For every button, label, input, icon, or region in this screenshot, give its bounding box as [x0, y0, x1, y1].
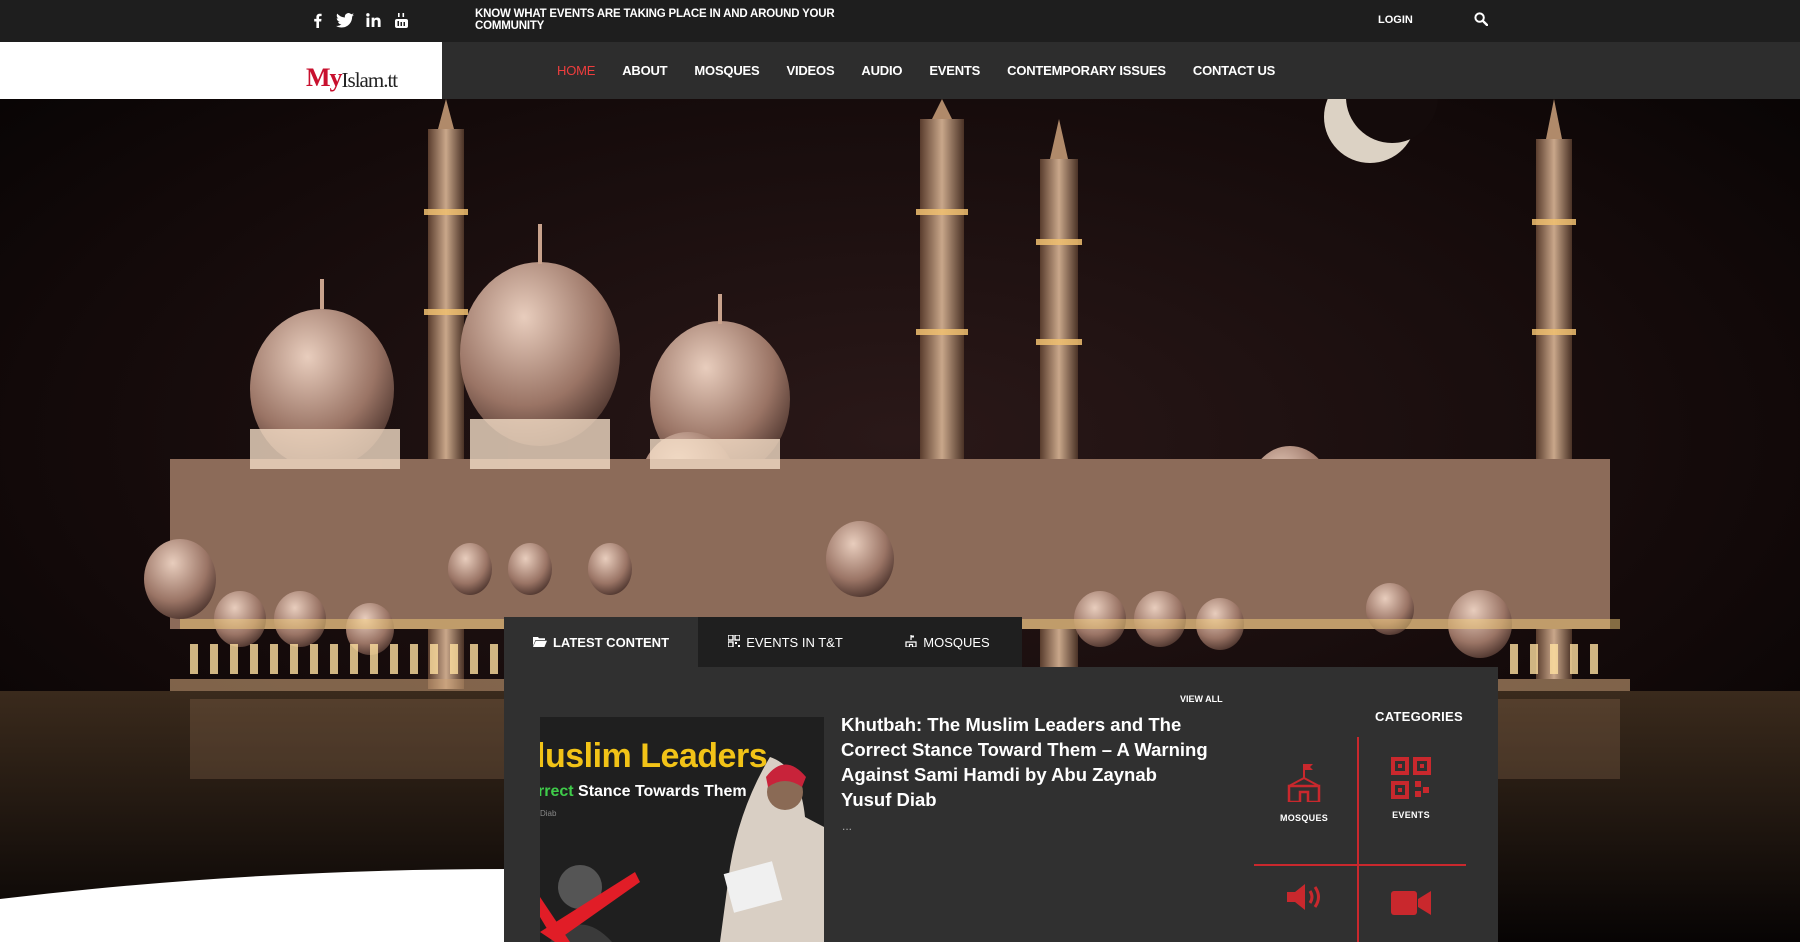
folder-open-icon — [532, 635, 547, 650]
tab-label: LATEST CONTENT — [552, 634, 670, 650]
tab-events-in-tt[interactable]: EVENTS IN T&T — [698, 617, 873, 667]
categories-divider-horizontal — [1254, 864, 1466, 866]
category-audio[interactable] — [1254, 882, 1354, 917]
mosque-icon — [905, 634, 917, 650]
categories-title: CATEGORIES — [1375, 709, 1463, 724]
article-title[interactable]: Khutbah: The Muslim Leaders and The Corr… — [841, 712, 1211, 812]
tab-latest-content[interactable]: LATEST CONTENT — [504, 617, 698, 667]
nav-audio[interactable]: AUDIO — [861, 63, 902, 78]
tagline: KNOW WHAT EVENTS ARE TAKING PLACE IN AND… — [475, 8, 835, 32]
nav-contact-us[interactable]: CONTACT US — [1193, 63, 1275, 78]
nav-home[interactable]: HOME — [557, 63, 595, 78]
categories-divider-vertical — [1357, 737, 1359, 942]
logo-mark: My — [306, 63, 343, 92]
nav-videos[interactable]: VIDEOS — [786, 63, 834, 78]
main-navbar: HOME ABOUT MOSQUES VIDEOS AUDIO EVENTS C… — [442, 42, 1800, 99]
logo-text: Islam.tt — [341, 68, 399, 92]
category-label: MOSQUES — [1279, 813, 1329, 823]
social-links — [308, 10, 410, 30]
thumbnail-subheadline-white: Stance Towards Them — [573, 783, 747, 800]
tab-label: MOSQUES — [923, 634, 990, 650]
content-tabs: LATEST CONTENT EVENTS IN T&T MOSQUES — [504, 617, 1022, 667]
qr-code-icon — [1391, 757, 1431, 803]
category-events[interactable]: EVENTS — [1361, 757, 1461, 820]
nav-events[interactable]: EVENTS — [929, 63, 980, 78]
top-bar: KNOW WHAT EVENTS ARE TAKING PLACE IN AND… — [0, 0, 1800, 42]
tab-mosques[interactable]: MOSQUES — [873, 617, 1022, 667]
thumbnail-subheadline: rrect Stance Towards Them — [540, 783, 747, 801]
tab-label: EVENTS IN T&T — [746, 634, 843, 650]
search-icon[interactable] — [1474, 12, 1490, 28]
article-excerpt: ... — [842, 819, 853, 833]
login-link[interactable]: LOGIN — [1378, 14, 1413, 26]
facebook-icon[interactable] — [308, 10, 326, 30]
mosque-flag-icon — [1286, 764, 1322, 806]
category-videos[interactable] — [1361, 889, 1461, 922]
qr-code-icon — [727, 633, 741, 650]
nav-about[interactable]: ABOUT — [622, 63, 667, 78]
thumbnail-author: Diab — [540, 809, 557, 818]
linkedin-icon[interactable] — [364, 10, 382, 30]
logo-area: My Islam.tt — [0, 42, 442, 99]
category-label: EVENTS — [1392, 810, 1430, 820]
video-camera-icon — [1391, 891, 1431, 921]
site-logo[interactable]: My Islam.tt — [306, 49, 399, 93]
thumbnail-headline: luslim Leaders — [540, 737, 768, 775]
nav-contemporary-issues[interactable]: CONTEMPORARY ISSUES — [1007, 63, 1166, 78]
article-thumbnail[interactable]: luslim Leaders rrect Stance Towards Them… — [540, 717, 824, 942]
view-all-link[interactable]: VIEW ALL — [1180, 694, 1223, 704]
thumbnail-subheadline-green: rrect — [540, 783, 574, 800]
main-nav: HOME ABOUT MOSQUES VIDEOS AUDIO EVENTS C… — [557, 42, 1275, 99]
latest-content-panel: VIEW ALL luslim Leaders rrect Stance Tow… — [504, 667, 1498, 942]
twitter-icon[interactable] — [336, 10, 354, 30]
youtube-icon[interactable] — [392, 10, 410, 30]
speaker-icon — [1285, 884, 1323, 916]
nav-mosques[interactable]: MOSQUES — [694, 63, 759, 78]
category-mosques[interactable]: MOSQUES — [1254, 762, 1354, 823]
